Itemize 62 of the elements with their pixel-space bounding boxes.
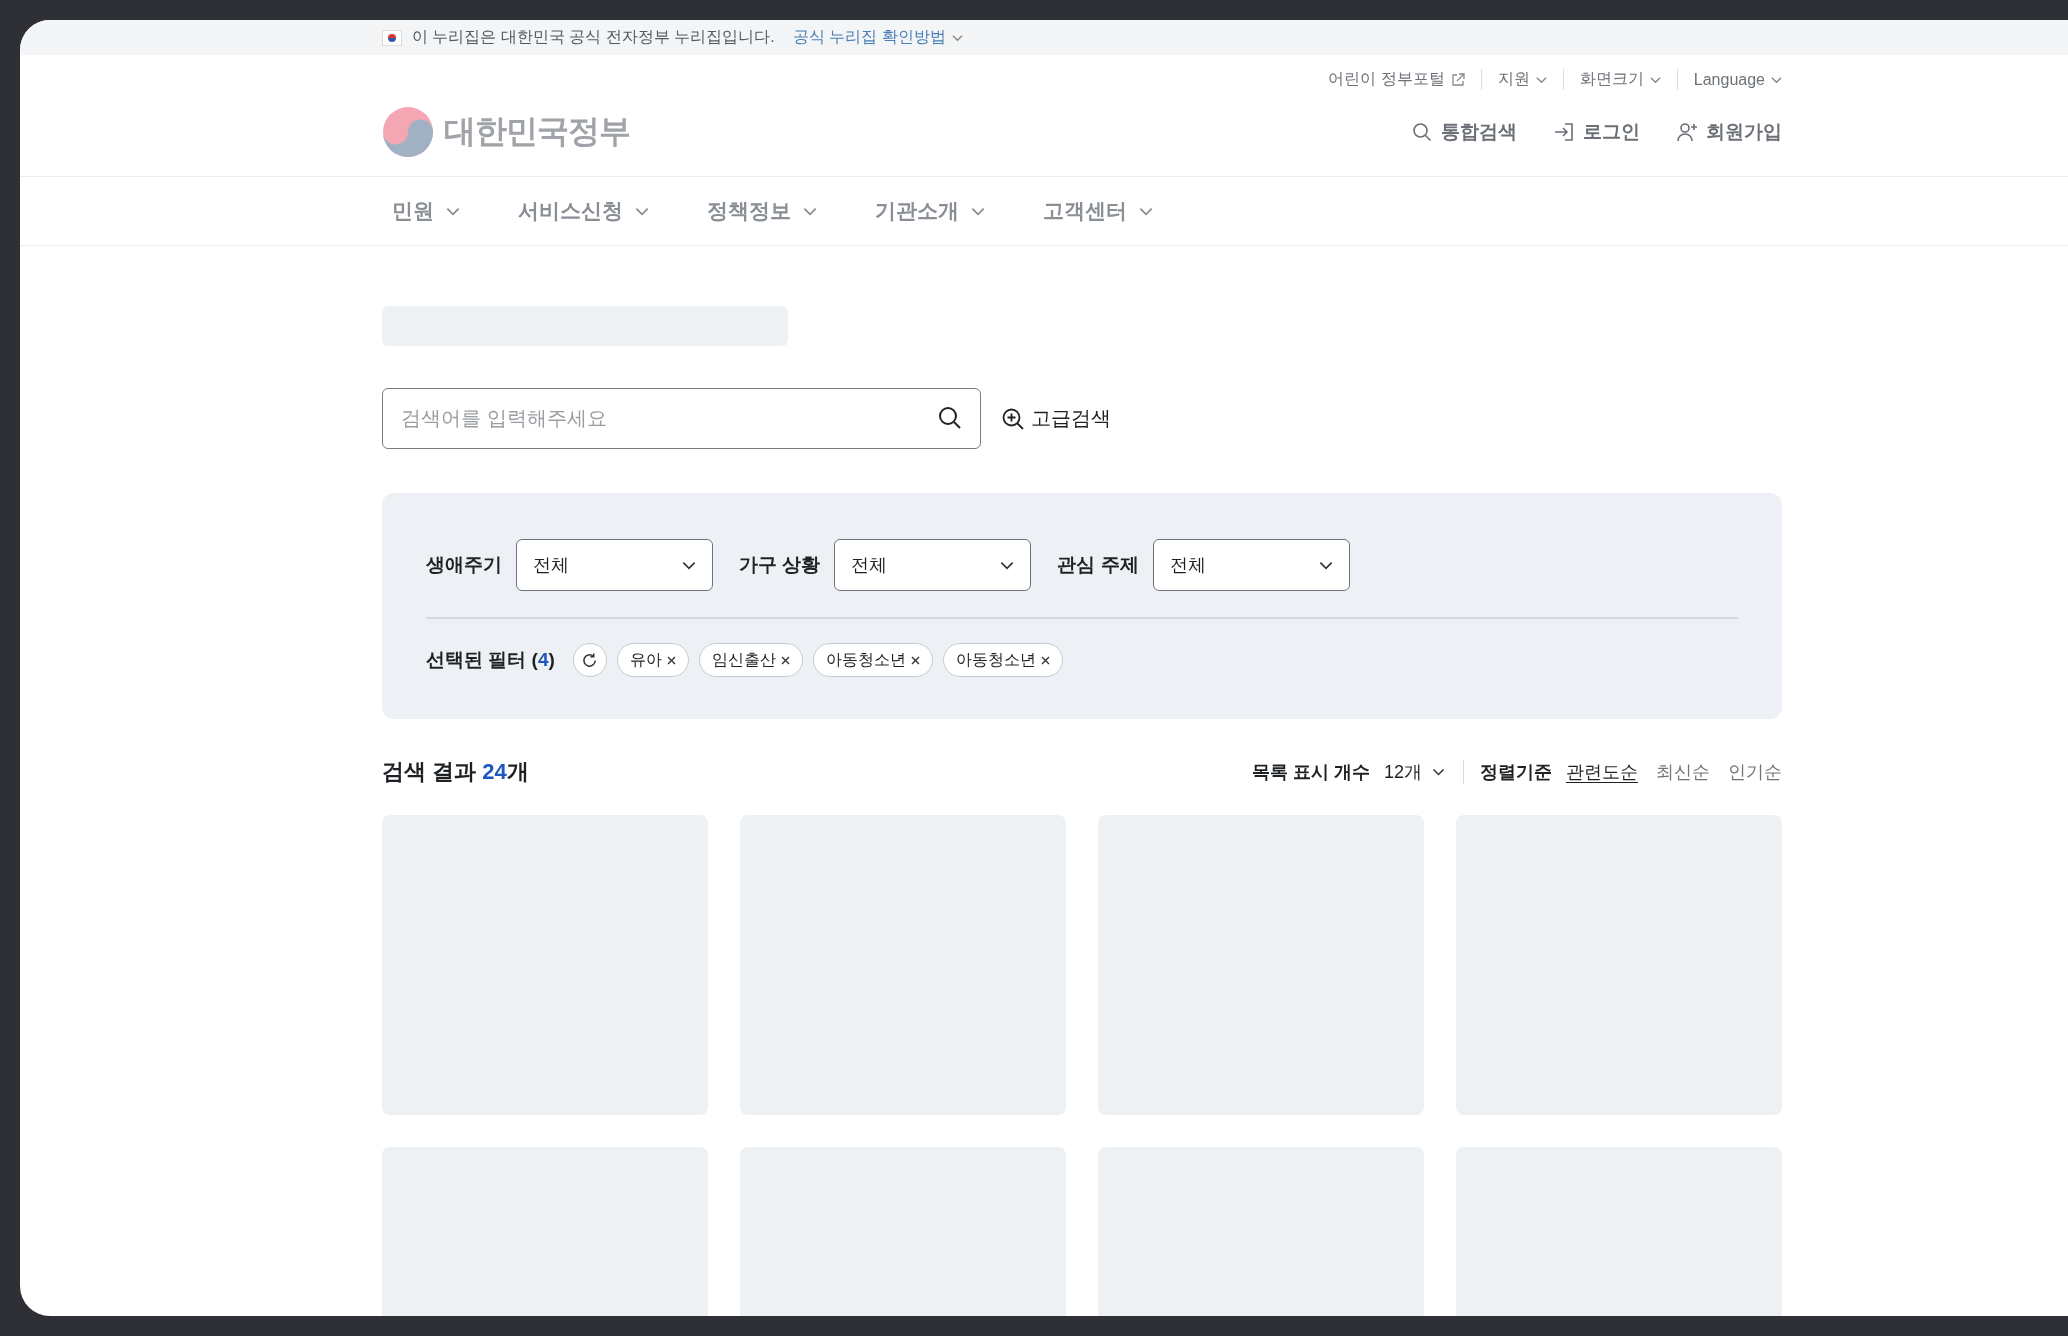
nav-item[interactable]: 서비스신청	[518, 197, 649, 225]
logo-text: 대한민국정부	[444, 112, 630, 151]
sort-label: 정렬기준	[1480, 761, 1552, 784]
filter-label: 관심 주제	[1057, 553, 1139, 577]
header-link[interactable]: 통합검색	[1411, 119, 1517, 145]
page-size-dropdown[interactable]: 12개	[1383, 760, 1422, 784]
filter-label: 생애주기	[426, 553, 502, 577]
user-plus-icon	[1676, 121, 1698, 143]
nav-item[interactable]: 고객센터	[1043, 197, 1153, 225]
header-link[interactable]: 회원가입	[1676, 119, 1782, 145]
caret-icon	[1139, 206, 1153, 216]
caret-icon	[635, 206, 649, 216]
close-icon	[780, 655, 790, 665]
page-size-label: 목록 표시 개수	[1251, 761, 1370, 784]
taegeuk-logo-icon	[382, 106, 434, 158]
zoom-in-icon	[1001, 406, 1025, 431]
caret-icon	[951, 33, 963, 42]
caret-icon	[1432, 768, 1445, 776]
close-icon	[1040, 655, 1050, 665]
caret-icon	[1318, 560, 1333, 570]
search-field[interactable]: 검색어를 입력해주세요	[382, 388, 981, 449]
close-icon	[910, 655, 920, 665]
search-icon	[1411, 121, 1433, 143]
selected-filters-title: 선택된 필터 (4)	[426, 648, 555, 672]
caret-icon	[803, 206, 817, 216]
close-icon	[666, 655, 676, 665]
caret-icon	[1771, 75, 1782, 84]
filter-label: 가구 상황	[739, 553, 821, 577]
search-icon	[937, 405, 963, 431]
sort-option[interactable]: 최신순	[1656, 760, 1710, 784]
verify-link[interactable]: 공식 누리집 확인방법	[792, 27, 963, 48]
sort-option[interactable]: 관련도순	[1566, 760, 1638, 784]
advanced-search-link[interactable]: 고급검색	[1001, 405, 1111, 432]
refresh-icon	[581, 651, 599, 669]
nav-item[interactable]: 기관소개	[875, 197, 985, 225]
filter-chip[interactable]: 아동청소년	[812, 643, 933, 677]
utility-link[interactable]: 지원	[1480, 69, 1563, 90]
utility-link[interactable]: Language	[1676, 69, 1782, 90]
caret-icon	[971, 206, 985, 216]
reset-button[interactable]	[572, 643, 607, 677]
flag-icon	[382, 29, 402, 46]
banner-text: 이 누리집은 대한민국 공식 전자정부 누리집입니다.	[412, 27, 775, 47]
caret-icon	[1000, 560, 1015, 570]
nav-item[interactable]: 민원	[392, 197, 460, 225]
caret-icon	[1649, 75, 1661, 84]
external-link-icon	[1450, 72, 1465, 87]
nav-item[interactable]: 정책정보	[707, 197, 817, 225]
caret-icon	[446, 206, 460, 216]
caret-icon	[1535, 75, 1547, 84]
filter-select[interactable]: 전체	[516, 539, 713, 591]
header-link[interactable]: 로그인	[1553, 119, 1640, 145]
utility-link[interactable]: 어린이 정부포털	[1312, 69, 1481, 90]
results-title: 검색 결과 24개	[382, 758, 529, 786]
filter-chip[interactable]: 임신출산	[698, 643, 803, 677]
filter-chip[interactable]: 아동청소년	[942, 643, 1063, 677]
filter-select[interactable]: 전체	[1152, 539, 1350, 591]
filter-select[interactable]: 전체	[834, 539, 1032, 591]
filter-chip[interactable]: 유아	[616, 643, 689, 677]
sort-option[interactable]: 인기순	[1728, 760, 1782, 784]
caret-icon	[682, 560, 696, 570]
utility-link[interactable]: 화면크기	[1562, 69, 1677, 90]
login-icon	[1553, 121, 1575, 143]
